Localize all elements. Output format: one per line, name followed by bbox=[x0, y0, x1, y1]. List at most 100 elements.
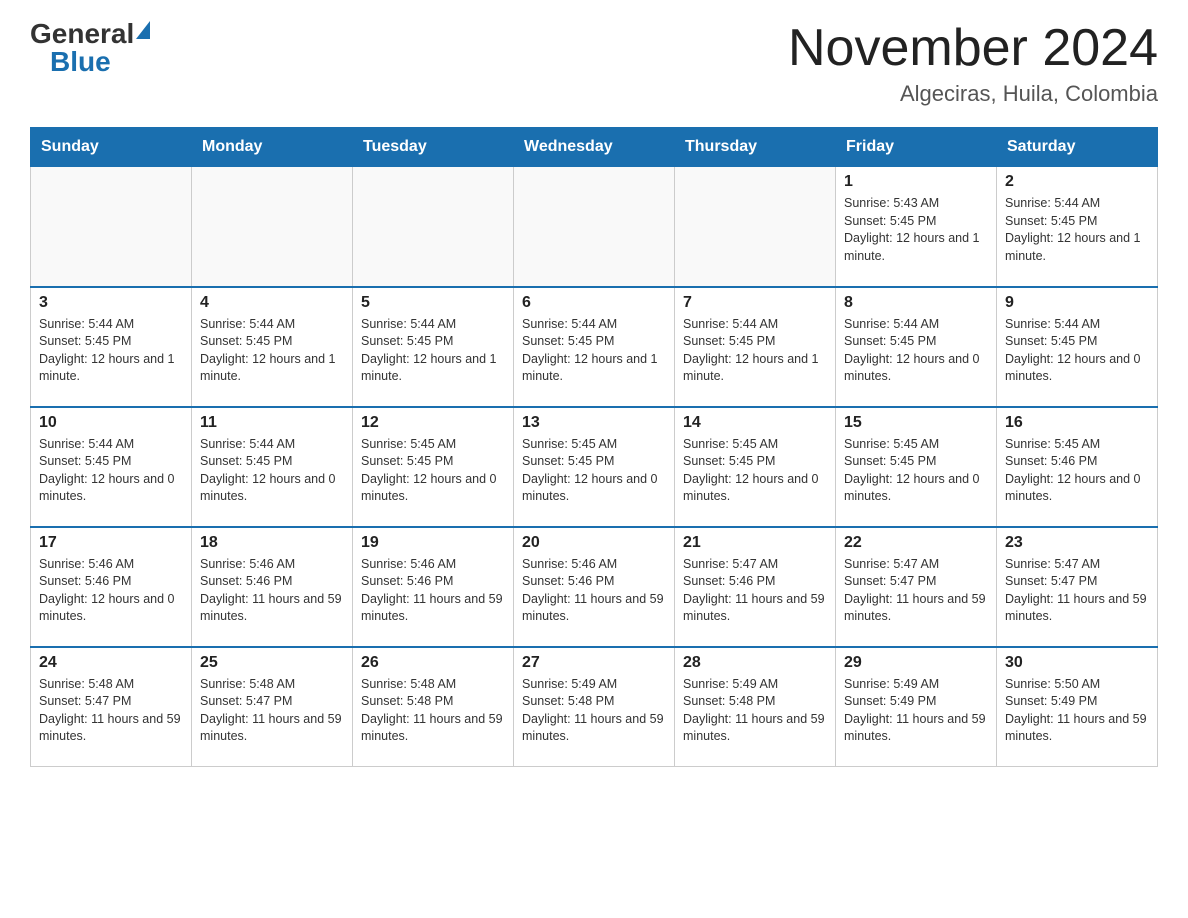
calendar-week-row: 3 Sunrise: 5:44 AM Sunset: 5:45 PM Daylig… bbox=[31, 287, 1158, 407]
weekday-header-friday: Friday bbox=[836, 128, 997, 167]
calendar-cell: 7 Sunrise: 5:44 AM Sunset: 5:45 PM Daylig… bbox=[675, 287, 836, 407]
calendar-cell: 9 Sunrise: 5:44 AM Sunset: 5:45 PM Daylig… bbox=[997, 287, 1158, 407]
day-info: Sunrise: 5:49 AM Sunset: 5:49 PM Dayligh… bbox=[844, 676, 988, 746]
calendar-cell: 28Sunrise: 5:49 AM Sunset: 5:48 PM Dayli… bbox=[675, 647, 836, 767]
day-info: Sunrise: 5:44 AM Sunset: 5:45 PM Dayligh… bbox=[1005, 195, 1149, 265]
month-title: November 2024 bbox=[788, 20, 1158, 77]
logo-blue-text: Blue bbox=[50, 48, 111, 76]
day-number: 1 bbox=[844, 173, 988, 191]
day-info: Sunrise: 5:44 AM Sunset: 5:45 PM Dayligh… bbox=[522, 316, 666, 386]
calendar-week-row: 1 Sunrise: 5:43 AM Sunset: 5:45 PM Daylig… bbox=[31, 167, 1158, 287]
day-number: 10 bbox=[39, 414, 183, 432]
calendar-cell: 3 Sunrise: 5:44 AM Sunset: 5:45 PM Daylig… bbox=[31, 287, 192, 407]
location-title: Algeciras, Huila, Colombia bbox=[788, 81, 1158, 107]
day-info: Sunrise: 5:46 AM Sunset: 5:46 PM Dayligh… bbox=[39, 556, 183, 626]
day-number: 3 bbox=[39, 294, 183, 312]
weekday-header-sunday: Sunday bbox=[31, 128, 192, 167]
calendar-cell: 2Sunrise: 5:44 AM Sunset: 5:45 PM Daylig… bbox=[997, 167, 1158, 287]
day-number: 19 bbox=[361, 534, 505, 552]
day-number: 23 bbox=[1005, 534, 1149, 552]
day-info: Sunrise: 5:48 AM Sunset: 5:47 PM Dayligh… bbox=[200, 676, 344, 746]
day-info: Sunrise: 5:45 AM Sunset: 5:45 PM Dayligh… bbox=[844, 436, 988, 506]
calendar-cell: 27 Sunrise: 5:49 AM Sunset: 5:48 PM Dayli… bbox=[514, 647, 675, 767]
day-info: Sunrise: 5:43 AM Sunset: 5:45 PM Dayligh… bbox=[844, 195, 988, 265]
day-info: Sunrise: 5:45 AM Sunset: 5:45 PM Dayligh… bbox=[522, 436, 666, 506]
day-number: 26 bbox=[361, 654, 505, 672]
calendar-cell bbox=[31, 167, 192, 287]
day-info: Sunrise: 5:44 AM Sunset: 5:45 PM Dayligh… bbox=[683, 316, 827, 386]
calendar-cell: 21 Sunrise: 5:47 AM Sunset: 5:46 PM Dayli… bbox=[675, 527, 836, 647]
logo: General Blue bbox=[30, 20, 150, 76]
day-number: 5 bbox=[361, 294, 505, 312]
logo-general-text: General bbox=[30, 20, 134, 48]
day-info: Sunrise: 5:44 AM Sunset: 5:45 PM Dayligh… bbox=[39, 316, 183, 386]
day-number: 11 bbox=[200, 414, 344, 432]
day-info: Sunrise: 5:49 AM Sunset: 5:48 PM Dayligh… bbox=[683, 676, 827, 746]
weekday-header-tuesday: Tuesday bbox=[353, 128, 514, 167]
calendar-cell: 24 Sunrise: 5:48 AM Sunset: 5:47 PM Dayli… bbox=[31, 647, 192, 767]
calendar-cell: 1 Sunrise: 5:43 AM Sunset: 5:45 PM Daylig… bbox=[836, 167, 997, 287]
day-info: Sunrise: 5:44 AM Sunset: 5:45 PM Dayligh… bbox=[844, 316, 988, 386]
weekday-header-thursday: Thursday bbox=[675, 128, 836, 167]
calendar-cell: 29 Sunrise: 5:49 AM Sunset: 5:49 PM Dayli… bbox=[836, 647, 997, 767]
day-number: 12 bbox=[361, 414, 505, 432]
calendar-cell: 22Sunrise: 5:47 AM Sunset: 5:47 PM Dayli… bbox=[836, 527, 997, 647]
day-number: 24 bbox=[39, 654, 183, 672]
day-number: 16 bbox=[1005, 414, 1149, 432]
calendar-cell bbox=[192, 167, 353, 287]
calendar-cell bbox=[675, 167, 836, 287]
day-info: Sunrise: 5:44 AM Sunset: 5:45 PM Dayligh… bbox=[1005, 316, 1149, 386]
day-info: Sunrise: 5:48 AM Sunset: 5:47 PM Dayligh… bbox=[39, 676, 183, 746]
day-info: Sunrise: 5:47 AM Sunset: 5:46 PM Dayligh… bbox=[683, 556, 827, 626]
day-number: 13 bbox=[522, 414, 666, 432]
day-number: 17 bbox=[39, 534, 183, 552]
calendar-cell: 4 Sunrise: 5:44 AM Sunset: 5:45 PM Daylig… bbox=[192, 287, 353, 407]
calendar-cell: 23Sunrise: 5:47 AM Sunset: 5:47 PM Dayli… bbox=[997, 527, 1158, 647]
calendar-cell: 26 Sunrise: 5:48 AM Sunset: 5:48 PM Dayli… bbox=[353, 647, 514, 767]
day-info: Sunrise: 5:48 AM Sunset: 5:48 PM Dayligh… bbox=[361, 676, 505, 746]
weekday-header-monday: Monday bbox=[192, 128, 353, 167]
day-info: Sunrise: 5:46 AM Sunset: 5:46 PM Dayligh… bbox=[522, 556, 666, 626]
day-number: 8 bbox=[844, 294, 988, 312]
day-number: 14 bbox=[683, 414, 827, 432]
day-info: Sunrise: 5:44 AM Sunset: 5:45 PM Dayligh… bbox=[200, 316, 344, 386]
day-info: Sunrise: 5:49 AM Sunset: 5:48 PM Dayligh… bbox=[522, 676, 666, 746]
calendar-table: SundayMondayTuesdayWednesdayThursdayFrid… bbox=[30, 127, 1158, 767]
day-number: 21 bbox=[683, 534, 827, 552]
calendar-cell bbox=[514, 167, 675, 287]
weekday-header-wednesday: Wednesday bbox=[514, 128, 675, 167]
day-info: Sunrise: 5:46 AM Sunset: 5:46 PM Dayligh… bbox=[361, 556, 505, 626]
calendar-cell: 11 Sunrise: 5:44 AM Sunset: 5:45 PM Dayli… bbox=[192, 407, 353, 527]
calendar-cell: 20 Sunrise: 5:46 AM Sunset: 5:46 PM Dayli… bbox=[514, 527, 675, 647]
calendar-week-row: 17 Sunrise: 5:46 AM Sunset: 5:46 PM Dayli… bbox=[31, 527, 1158, 647]
day-info: Sunrise: 5:46 AM Sunset: 5:46 PM Dayligh… bbox=[200, 556, 344, 626]
day-number: 22 bbox=[844, 534, 988, 552]
calendar-header-row: SundayMondayTuesdayWednesdayThursdayFrid… bbox=[31, 128, 1158, 167]
calendar-cell: 10 Sunrise: 5:44 AM Sunset: 5:45 PM Dayli… bbox=[31, 407, 192, 527]
day-number: 30 bbox=[1005, 654, 1149, 672]
day-info: Sunrise: 5:44 AM Sunset: 5:45 PM Dayligh… bbox=[200, 436, 344, 506]
logo-triangle-icon bbox=[136, 21, 150, 39]
calendar-cell: 8 Sunrise: 5:44 AM Sunset: 5:45 PM Daylig… bbox=[836, 287, 997, 407]
calendar-week-row: 24 Sunrise: 5:48 AM Sunset: 5:47 PM Dayli… bbox=[31, 647, 1158, 767]
calendar-cell: 14 Sunrise: 5:45 AM Sunset: 5:45 PM Dayli… bbox=[675, 407, 836, 527]
day-info: Sunrise: 5:45 AM Sunset: 5:46 PM Dayligh… bbox=[1005, 436, 1149, 506]
page-header: General Blue November 2024 Algeciras, Hu… bbox=[30, 20, 1158, 107]
weekday-header-saturday: Saturday bbox=[997, 128, 1158, 167]
day-number: 7 bbox=[683, 294, 827, 312]
day-info: Sunrise: 5:45 AM Sunset: 5:45 PM Dayligh… bbox=[683, 436, 827, 506]
day-info: Sunrise: 5:50 AM Sunset: 5:49 PM Dayligh… bbox=[1005, 676, 1149, 746]
day-number: 25 bbox=[200, 654, 344, 672]
day-number: 9 bbox=[1005, 294, 1149, 312]
day-number: 27 bbox=[522, 654, 666, 672]
day-number: 4 bbox=[200, 294, 344, 312]
day-number: 6 bbox=[522, 294, 666, 312]
day-number: 15 bbox=[844, 414, 988, 432]
calendar-cell: 30 Sunrise: 5:50 AM Sunset: 5:49 PM Dayli… bbox=[997, 647, 1158, 767]
calendar-cell bbox=[353, 167, 514, 287]
day-info: Sunrise: 5:45 AM Sunset: 5:45 PM Dayligh… bbox=[361, 436, 505, 506]
calendar-cell: 25 Sunrise: 5:48 AM Sunset: 5:47 PM Dayli… bbox=[192, 647, 353, 767]
day-number: 29 bbox=[844, 654, 988, 672]
day-info: Sunrise: 5:44 AM Sunset: 5:45 PM Dayligh… bbox=[39, 436, 183, 506]
day-number: 20 bbox=[522, 534, 666, 552]
